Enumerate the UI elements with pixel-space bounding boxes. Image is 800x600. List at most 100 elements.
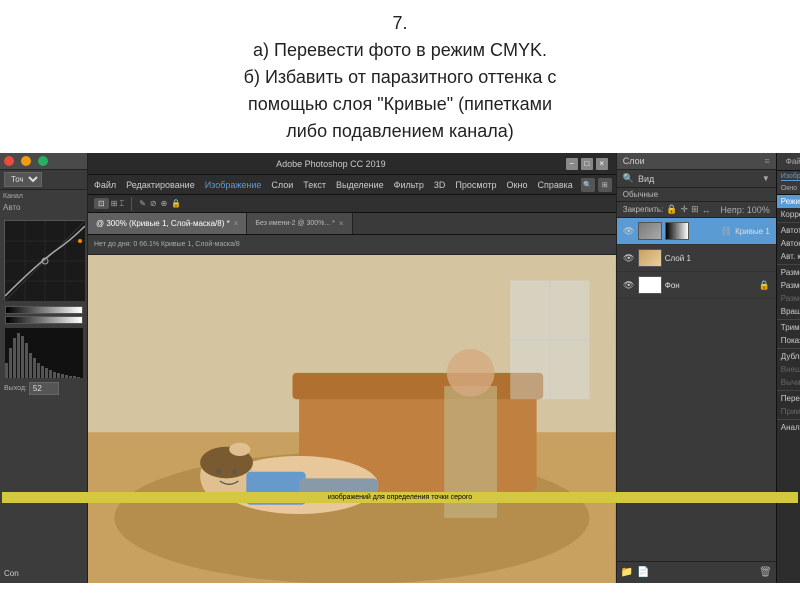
artboard-icon[interactable]: ⊞ [691,204,699,215]
mode-menu-item[interactable]: Режим ▶ [777,195,800,208]
menu-rotate[interactable]: Вращение изображения ▶ [777,305,800,318]
menu-3d[interactable]: 3D [432,180,448,190]
layers-title: Слои [623,156,645,166]
position-icon[interactable]: ✛ [681,204,689,215]
menu-trim[interactable]: Тримминг... [777,321,800,334]
transform-icon[interactable]: ↔ [702,205,711,215]
menu-edit[interactable]: Редактирование [124,180,197,190]
layer-bg-thumb [638,276,662,294]
menu-imagesize[interactable]: Размер изображения... Alt+Ctrl+I [777,266,800,279]
output-value: 52 [29,382,59,395]
menu-layers[interactable]: Слои [269,180,295,190]
menu-file[interactable]: Файл [92,180,118,190]
menu-filter[interactable]: Фильтр [392,180,426,190]
menu-help[interactable]: Справка [535,180,574,190]
menu-analysis[interactable]: Анализ ▶ [777,421,800,434]
img-tab-window[interactable]: Окно [781,185,797,192]
curves-graph[interactable] [4,220,84,300]
img-sep5 [777,390,800,391]
tab-1-close[interactable]: × [234,219,239,228]
menu-duplicate[interactable]: Дублировать... [777,350,800,363]
toolbar-item-3[interactable]: ⌶ [119,199,124,209]
layers-view-label[interactable]: Вид [638,174,758,184]
tab-2-close[interactable]: × [339,219,344,228]
menu-image[interactable]: Изображение [203,180,264,190]
tab-2[interactable]: Без имени-2 @ 300%... * × [247,213,352,234]
main-area: Adobe Photoshop CC 2019 − □ × Файл Редак… [88,153,616,583]
layers-menu-icon[interactable]: ≡ [765,156,770,166]
rotate-label: Вращение изображения [781,307,800,316]
point-type-select[interactable]: Точка [4,172,42,187]
dataset-label: Применить набор данных... [781,407,800,416]
ps-titlebar: Adobe Photoshop CC 2019 − □ × [88,153,616,175]
autocorrect-label: Авт. коррекция цвета [781,252,800,261]
slide-line3: помощью слоя "Кривые" (пипетками [60,91,740,118]
menu-dataset[interactable]: Применить набор данных... [777,405,800,418]
layer-curves[interactable]: 👁 ⛓ Кривые 1 [617,218,776,245]
toolbar-fill[interactable]: ⊕ [161,199,168,208]
layers-panel: Слои ≡ 🔍 Вид ▼ Обычные Закрепить: 🔒 ✛ ⊞ … [616,153,776,583]
ps-toolbar: ⊡ ⊞ ⌶ ✎ ⊘ ⊕ 🔒 [88,195,616,213]
tooltip-gray-point: изображений для определения точки серого [2,492,798,503]
toolbar-item-1[interactable]: ⊡ [94,198,109,209]
layer-1[interactable]: 👁 Слой 1 [617,245,776,272]
options-bar: Нет до дня: 0 66.1% Кривые 1, Слой-маска… [88,235,616,255]
autocontrast-label: Автоконтраст [781,239,800,248]
toolbar-brush[interactable]: ✎ [139,199,146,208]
layers-kind-row: Обычные [617,188,776,202]
menu-calc[interactable]: Вычисления... [777,376,800,389]
menu-autocorrect[interactable]: Авт. коррекция цвета Shift+Ctrl+B [777,250,800,263]
lock-icon[interactable]: 🔒 [666,204,677,215]
toolbar-item-2[interactable]: ⊞ [111,199,118,208]
extchannel-label: Внешний канал... [781,365,800,374]
gradient-bar [5,306,83,314]
layer-bg[interactable]: 👁 Фон 🔒 [617,272,776,299]
menu-icons: 🔍 ⊞ [581,178,612,192]
img-tab-file[interactable]: Файл [783,156,800,167]
canvas-area[interactable] [88,255,616,583]
menu-extchannel[interactable]: Внешний канал... [777,363,800,376]
menu-autotone[interactable]: Автотон Shift+Ctrl+L [777,224,800,237]
layer-curves-name: Кривые 1 [735,227,770,236]
layer-1-name: Слой 1 [665,254,691,263]
maximize-icon[interactable]: □ [581,158,593,170]
close-window-icon[interactable]: × [596,158,608,170]
reveal-label: Показать все [781,336,800,345]
menu-window[interactable]: Окно [505,180,530,190]
layers-lock-row: Закрепить: 🔒 ✛ ⊞ ↔ Непр: 100% [617,202,776,218]
toolbar-eraser[interactable]: ⊘ [150,199,157,208]
layer-1-eye[interactable]: 👁 [623,252,635,264]
layer-bg-eye[interactable]: 👁 [623,279,635,291]
auto-label: Авто [3,203,20,212]
menu-bar: Файл Редактирование Изображение Слои Тек… [88,175,616,195]
delete-layer-icon[interactable]: 🗑 [759,567,772,578]
minimize-icon[interactable]: − [566,158,578,170]
filter-arrow-icon[interactable]: ▼ [762,174,770,183]
calc-label: Вычисления... [781,378,800,387]
close-btn[interactable] [4,156,14,166]
slide-line4: либо подавлением канала) [60,118,740,145]
min-btn[interactable] [21,156,31,166]
menu-reveal[interactable]: Показать все [777,334,800,347]
img-tab-image[interactable]: Изображение [781,173,800,181]
layer-bg-name: Фон [665,281,680,290]
slide-text: 7. а) Перевести фото в режим CMYK. б) Из… [0,0,800,153]
menu-imageresolution[interactable]: Размер изображения [777,292,800,305]
tab-1[interactable]: @ 300% (Кривые 1, Слой-маска/8) * × [88,213,247,234]
layer-curves-eye[interactable]: 👁 [623,225,635,237]
menu-autocontrast[interactable]: Автоконтраст Alt+Shift+Ctrl+L [777,237,800,250]
menu-select[interactable]: Выделение [334,180,386,190]
workspace-icon[interactable]: ⊞ [598,178,612,192]
new-group-icon[interactable]: 📁 [621,567,633,578]
max-btn[interactable] [38,156,48,166]
menu-view[interactable]: Просмотр [453,180,498,190]
menu-correction[interactable]: Коррекция ▶ [777,208,800,221]
menu-text[interactable]: Текст [301,180,328,190]
new-layer-icon[interactable]: 📄 [637,567,649,578]
layers-kind-label[interactable]: Обычные [623,190,658,199]
search-icon[interactable]: 🔍 [581,178,595,192]
menu-canvassize[interactable]: Размер холста... Alt+Ctrl+C [777,279,800,292]
img-sep1 [777,222,800,223]
menu-vars[interactable]: Переменные ▶ [777,392,800,405]
toolbar-lock[interactable]: 🔒 [171,199,181,208]
